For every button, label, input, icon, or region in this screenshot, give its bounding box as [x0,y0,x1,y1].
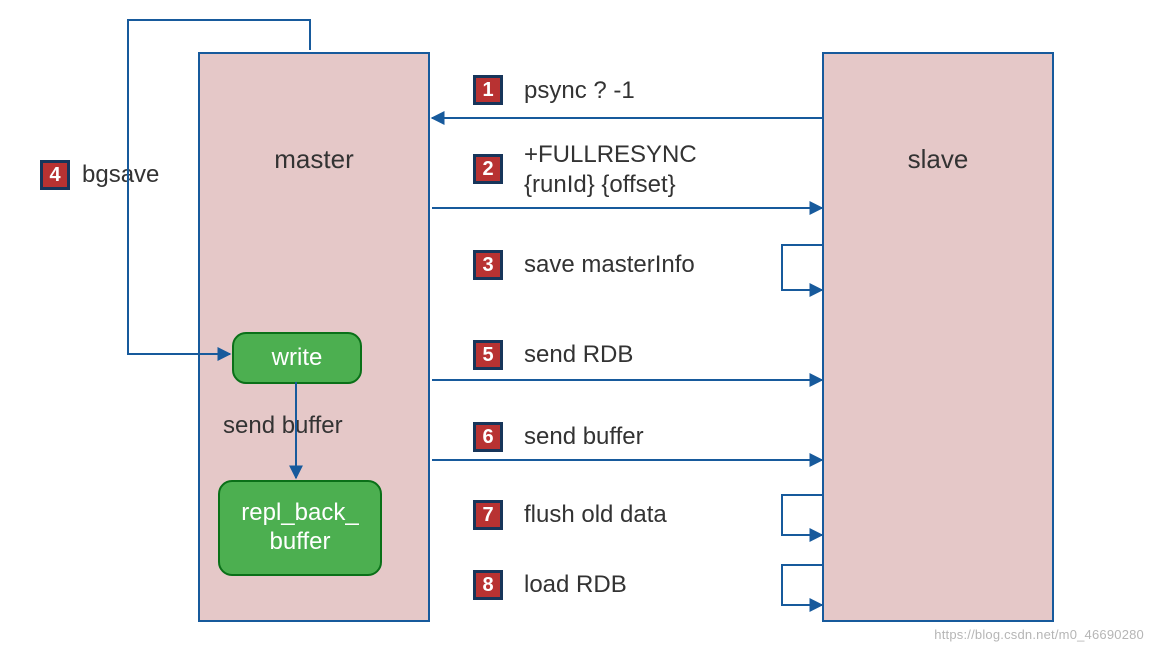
write-node: write [232,332,362,384]
loop-step-7 [782,495,822,535]
step-8-badge: 8 [473,570,503,600]
step-2-badge: 2 [473,154,503,184]
step-4-num: 4 [49,164,60,187]
step-3-badge: 3 [473,250,503,280]
step-6-label: send buffer [524,422,644,452]
step-5-num: 5 [482,344,493,367]
step-3-num: 3 [482,254,493,277]
step-7-label: flush old data [524,500,667,530]
slave-title: slave [824,144,1052,175]
master-title: master [200,144,428,175]
step-1-label: psync ? -1 [524,76,635,106]
step-2-label: +FULLRESYNC {runId} {offset} [524,140,697,200]
loop-step-8 [782,565,822,605]
step-6-num: 6 [482,426,493,449]
step-1-badge: 1 [473,75,503,105]
loop-step-3 [782,245,822,290]
buffer-label: repl_back_ buffer [241,499,358,557]
step-6-badge: 6 [473,422,503,452]
repl-back-buffer-node: repl_back_ buffer [218,480,382,576]
write-label: write [272,344,323,373]
internal-send-buffer-label: send buffer [223,412,343,440]
step-5-label: send RDB [524,340,633,370]
step-2-num: 2 [482,158,493,181]
step-4-label: bgsave [82,160,159,190]
step-7-num: 7 [482,504,493,527]
step-3-label: save masterInfo [524,250,695,280]
step-8-num: 8 [482,574,493,597]
step-7-badge: 7 [473,500,503,530]
step-4-badge: 4 [40,160,70,190]
step-8-label: load RDB [524,570,627,600]
step-1-num: 1 [482,79,493,102]
watermark: https://blog.csdn.net/m0_46690280 [934,627,1144,642]
slave-node: slave [822,52,1054,622]
step-5-badge: 5 [473,340,503,370]
